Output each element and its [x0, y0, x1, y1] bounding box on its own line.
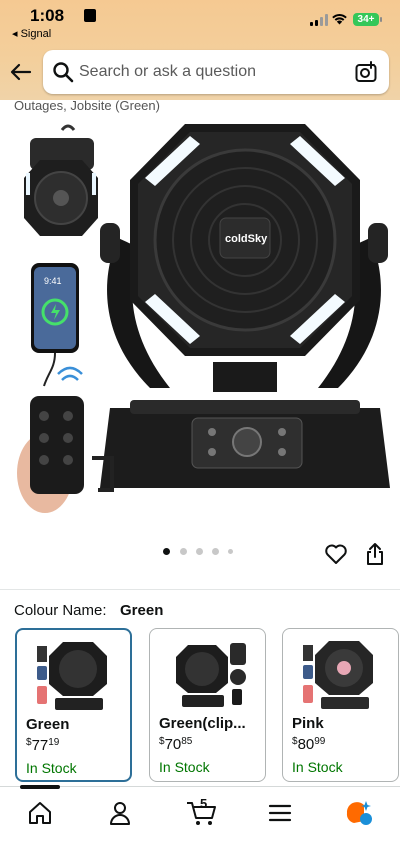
main-fan-image: coldSky	[92, 124, 390, 492]
signal-icon	[310, 14, 328, 26]
remote-in-hand-image	[17, 366, 84, 513]
rufus-icon[interactable]	[344, 799, 372, 827]
cart-count: 5	[200, 796, 208, 811]
variant-option-pink[interactable]: Pink $8099 In Stock	[282, 628, 399, 782]
selected-variant-name: Green	[120, 602, 164, 619]
menu-icon[interactable]	[266, 799, 294, 827]
hanging-fan-thumbnail	[24, 124, 98, 236]
back-arrow-icon[interactable]	[9, 60, 33, 84]
variant-thumbnail	[37, 642, 107, 710]
gallery-dot-5[interactable]	[228, 549, 233, 554]
variant-name: Green(clip...	[159, 715, 246, 732]
account-icon[interactable]	[106, 799, 134, 827]
gallery-dot-4[interactable]	[212, 548, 219, 555]
variant-thumbnail	[303, 641, 373, 709]
wifi-icon	[332, 14, 347, 25]
price-cents: 99	[314, 736, 326, 747]
gallery-pagination[interactable]	[163, 548, 243, 558]
phone-time-text: 9:41	[44, 276, 62, 286]
gallery-dot-2[interactable]	[180, 548, 187, 555]
active-tab-indicator	[20, 785, 60, 789]
home-icon[interactable]	[26, 799, 54, 827]
gallery-dot-1[interactable]	[163, 548, 170, 555]
variant-thumbnail	[176, 643, 246, 707]
section-divider	[0, 589, 400, 590]
stock-status: In Stock	[159, 759, 210, 775]
variant-option-green[interactable]: Green $7719 In Stock	[15, 628, 132, 782]
focus-icon	[84, 9, 96, 22]
variant-option-green-clip[interactable]: Green(clip... $7085 In Stock	[149, 628, 266, 782]
variant-label: Colour Name:	[14, 602, 107, 619]
brand-logo-text: coldSky	[225, 233, 268, 245]
back-to-app-link[interactable]: ◂ Signal	[12, 27, 51, 40]
variant-name: Pink	[292, 715, 324, 732]
search-bar[interactable]: Search or ask a question	[43, 50, 389, 94]
product-title: Outages, Jobsite (Green)	[14, 98, 160, 113]
heart-icon[interactable]	[324, 542, 348, 566]
product-image[interactable]: 9:41 coldSky	[0, 118, 400, 528]
price-dollars: 77	[31, 737, 49, 754]
gallery-dot-3[interactable]	[196, 548, 203, 555]
price-cents: 85	[181, 736, 193, 747]
variant-name: Green	[26, 716, 70, 733]
search-icon	[53, 62, 74, 83]
variant-price: $7085	[159, 736, 192, 753]
status-bar: 1:08 ◂ Signal 34+	[0, 0, 400, 44]
variant-price: $8099	[292, 736, 325, 753]
status-time: 1:08	[30, 6, 65, 25]
price-dollars: 70	[164, 736, 182, 753]
share-icon[interactable]	[364, 542, 386, 566]
stock-status: In Stock	[26, 760, 77, 776]
price-dollars: 80	[297, 736, 315, 753]
price-cents: 19	[48, 737, 60, 748]
battery-indicator: 34+	[353, 13, 382, 26]
cart-button[interactable]: 5	[186, 796, 218, 827]
camera-search-icon[interactable]	[354, 60, 378, 84]
search-input[interactable]: Search or ask a question	[79, 63, 256, 81]
stock-status: In Stock	[292, 759, 343, 775]
bottom-navigation: 5	[0, 785, 400, 866]
variant-price: $7719	[26, 737, 59, 754]
